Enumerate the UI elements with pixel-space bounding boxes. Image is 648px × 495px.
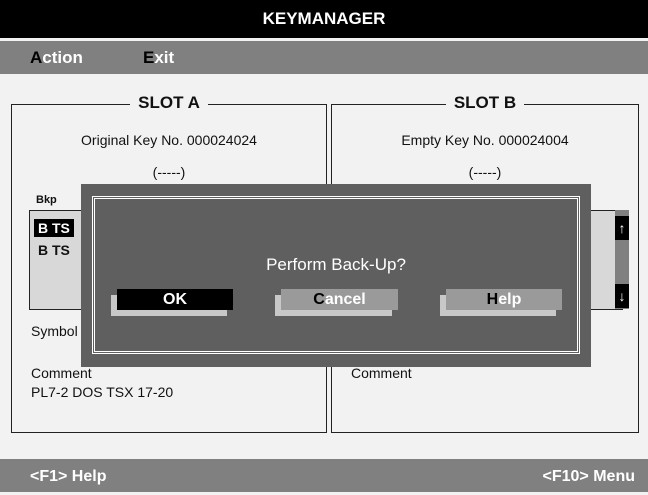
slot-a-title-wrap: SLOT A (12, 92, 326, 116)
menu-bar: Action Exit (0, 41, 648, 74)
slot-a-key-info: Original Key No. 000024024 (81, 132, 257, 148)
menu-exit-hotkey: E (143, 48, 155, 67)
slot-b-scrollbar[interactable]: ↑ ↓ (615, 210, 629, 309)
cancel-button[interactable]: Cancel (281, 289, 398, 310)
menu-exit-label: xit (154, 48, 175, 67)
cancel-label: ancel (324, 291, 366, 308)
menu-action-label: ction (42, 48, 83, 67)
slot-b-comment-label: Comment (351, 365, 412, 381)
list-item[interactable]: B TS (34, 241, 74, 259)
slot-a-list-label: Bkp (36, 194, 57, 206)
scroll-up-icon[interactable]: ↑ (615, 216, 629, 240)
backup-dialog: Perform Back-Up? OK Cancel Help (81, 184, 591, 367)
menu-action[interactable]: Action (30, 41, 83, 75)
slot-a-comment-value: PL7-2 DOS TSX 17-20 (31, 384, 174, 400)
help-hotkey: H (486, 291, 499, 308)
slot-a-title: SLOT A (130, 93, 208, 112)
dialog-frame: Perform Back-Up? (92, 196, 580, 354)
slot-b-key-info: Empty Key No. 000024004 (401, 132, 569, 148)
slot-a-key-state: (-----) (152, 164, 186, 180)
list-item[interactable]: B TS (34, 219, 74, 237)
dialog-message: Perform Back-Up? (266, 255, 406, 274)
menu-exit[interactable]: Exit (143, 41, 174, 75)
menu-action-hotkey: A (30, 48, 43, 67)
slot-a-symbol-label: Symbol (31, 323, 78, 339)
f1-help-key[interactable]: <F1> Help (30, 459, 106, 495)
help-label: elp (498, 291, 522, 308)
cancel-hotkey: C (313, 291, 325, 308)
status-bar: <F1> Help <F10> Menu (0, 459, 648, 492)
scroll-down-icon[interactable]: ↓ (615, 284, 629, 308)
ok-button[interactable]: OK (117, 289, 233, 310)
slot-b-title: SLOT B (445, 93, 525, 112)
slot-b-title-wrap: SLOT B (332, 92, 638, 116)
f10-menu-key[interactable]: <F10> Menu (543, 459, 635, 495)
help-button[interactable]: Help (446, 289, 562, 310)
slot-b-key-state: (-----) (468, 164, 502, 180)
app-title: KEYMANAGER (0, 0, 648, 38)
slot-a-comment-label: Comment (31, 365, 92, 381)
